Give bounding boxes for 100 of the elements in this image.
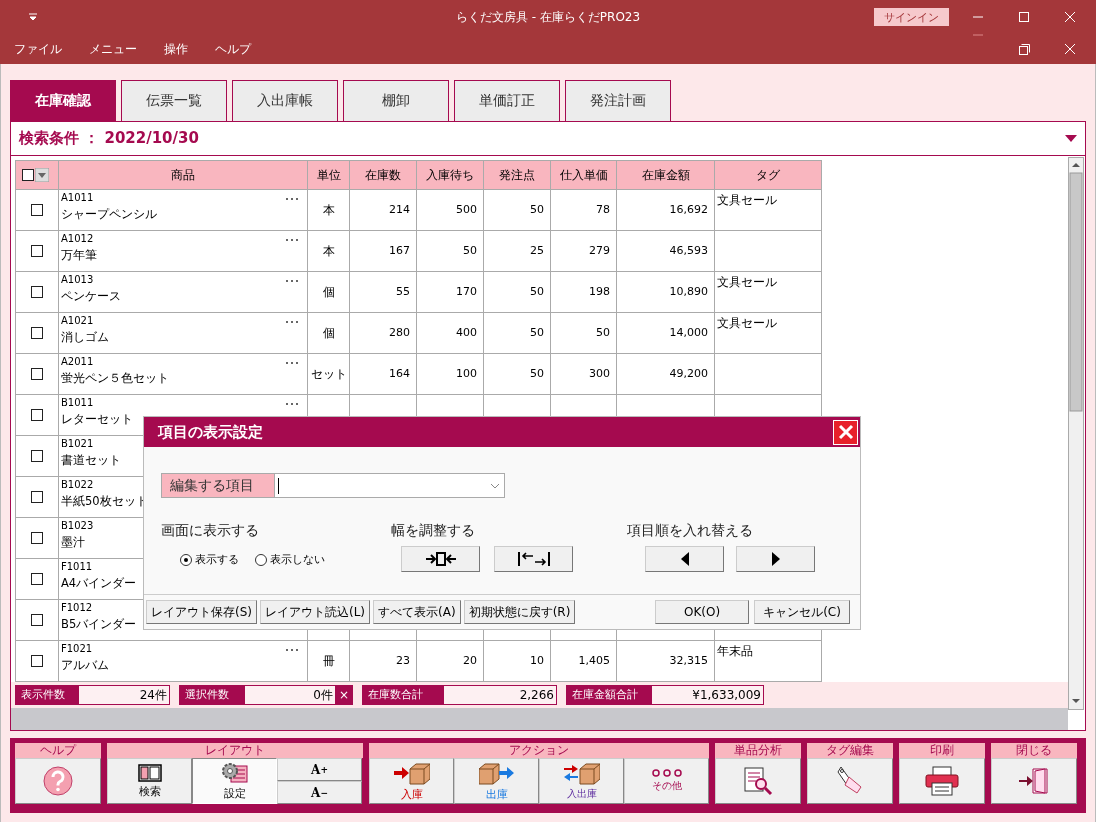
more-icon[interactable] bbox=[285, 320, 299, 324]
checkbox[interactable] bbox=[31, 368, 43, 380]
tab[interactable]: 棚卸 bbox=[343, 80, 449, 121]
toolbar-button[interactable]: 出庫 bbox=[454, 758, 539, 804]
toolbar-button[interactable]: 入出庫 bbox=[539, 758, 624, 804]
menu-item[interactable]: ファイル bbox=[14, 40, 62, 58]
dialog-button[interactable]: レイアウト保存(S) bbox=[146, 600, 257, 624]
product-code: F1021 bbox=[61, 642, 93, 655]
product-name: 消しゴム bbox=[61, 329, 109, 346]
more-icon[interactable] bbox=[285, 197, 299, 201]
dialog-button[interactable]: レイアウト読込(L) bbox=[260, 600, 371, 624]
toolbar-button[interactable] bbox=[15, 758, 101, 804]
table-cell-text: 78 bbox=[595, 203, 610, 217]
box-arrow-in-icon bbox=[393, 760, 430, 785]
checkbox[interactable] bbox=[31, 573, 43, 585]
checkbox[interactable] bbox=[31, 245, 43, 257]
column-header[interactable]: タグ bbox=[714, 160, 822, 190]
more-icon[interactable] bbox=[285, 238, 299, 242]
tab[interactable]: 在庫確認 bbox=[10, 80, 116, 121]
product-code: F1012 bbox=[61, 601, 93, 614]
section-label: 項目順を入れ替える bbox=[627, 522, 754, 540]
column-header[interactable]: 商品 bbox=[58, 160, 308, 190]
item-select-field[interactable] bbox=[275, 473, 505, 498]
status-value: 24件 bbox=[79, 685, 170, 705]
toolbar-button[interactable]: その他 bbox=[624, 758, 709, 804]
widen-width-icon bbox=[517, 552, 550, 566]
product-code: A1011 bbox=[61, 191, 94, 204]
window-title: らくだ文房具 - 在庫らくだPRO23 bbox=[455, 9, 641, 26]
checkbox[interactable] bbox=[31, 491, 43, 503]
field-label: 編集する項目 bbox=[161, 473, 275, 498]
document-magnifier-icon bbox=[743, 766, 773, 796]
column-header[interactable]: 入庫待ち bbox=[416, 160, 484, 190]
menu-item[interactable]: メニュー bbox=[89, 40, 137, 58]
cancel-button[interactable]: キャンセル(C) bbox=[754, 600, 850, 624]
checkbox[interactable] bbox=[31, 327, 43, 339]
toolbar-button[interactable] bbox=[991, 758, 1077, 804]
product-name: B5バインダー bbox=[61, 616, 137, 633]
widen-button[interactable] bbox=[494, 546, 573, 572]
column-header[interactable]: 在庫数 bbox=[349, 160, 417, 190]
table-cell-text: 文具セール bbox=[717, 193, 778, 207]
toolbar-button[interactable] bbox=[715, 758, 801, 804]
table-cell-text: 50 bbox=[529, 285, 544, 299]
exit-door-icon bbox=[1019, 767, 1049, 795]
move-right-button[interactable] bbox=[736, 546, 815, 572]
table-cell-text: 本 bbox=[321, 244, 336, 258]
narrow-button[interactable] bbox=[401, 546, 480, 572]
toolbar-button[interactable]: 検索 bbox=[107, 758, 192, 804]
checkbox[interactable] bbox=[31, 286, 43, 298]
checkbox[interactable] bbox=[22, 169, 34, 182]
tab[interactable]: 単価訂正 bbox=[454, 80, 560, 121]
menu-item[interactable]: ヘルプ bbox=[215, 40, 251, 58]
status-label: 在庫金額合計 bbox=[566, 685, 652, 705]
dialog-button[interactable]: すべて表示(A) bbox=[373, 600, 461, 624]
checkbox[interactable] bbox=[31, 655, 43, 667]
toolbar-button[interactable]: 入庫 bbox=[369, 758, 454, 804]
more-icon[interactable] bbox=[285, 361, 299, 365]
checkbox[interactable] bbox=[31, 450, 43, 462]
ok-button[interactable]: OK(O) bbox=[655, 600, 749, 624]
tab[interactable]: 発注計画 bbox=[565, 80, 671, 121]
product-code: B1022 bbox=[61, 478, 94, 491]
tab[interactable]: 入出庫帳 bbox=[232, 80, 338, 121]
checkbox[interactable] bbox=[31, 204, 43, 216]
search-condition-bar[interactable]: 検索条件 ： 2022/10/30 bbox=[10, 121, 1086, 156]
more-icon[interactable] bbox=[285, 279, 299, 283]
more-icon[interactable] bbox=[285, 402, 299, 406]
column-header[interactable]: 在庫金額 bbox=[616, 160, 715, 190]
menu-item[interactable]: 操作 bbox=[164, 40, 188, 58]
chevron-down-icon[interactable] bbox=[490, 482, 500, 489]
toolbar-button[interactable] bbox=[899, 758, 985, 804]
close-button[interactable] bbox=[833, 419, 858, 445]
table-cell-text: 50 bbox=[529, 367, 544, 381]
move-left-button[interactable] bbox=[645, 546, 724, 572]
column-header[interactable]: 発注点 bbox=[483, 160, 551, 190]
tab[interactable]: 伝票一覧 bbox=[121, 80, 227, 121]
signin-button[interactable]: サインイン bbox=[874, 8, 949, 26]
toolbar-button[interactable]: 設定 bbox=[192, 758, 277, 804]
more-icon[interactable] bbox=[285, 648, 299, 652]
clear-button[interactable]: × bbox=[335, 685, 353, 705]
table-cell-text: セット bbox=[309, 367, 348, 381]
gear-icon bbox=[220, 761, 249, 784]
column-header[interactable]: 単位 bbox=[307, 160, 350, 190]
quick-access-icon[interactable] bbox=[28, 13, 38, 21]
left-triangle-icon bbox=[680, 552, 689, 566]
column-header[interactable]: 仕入単価 bbox=[550, 160, 617, 190]
radio-option[interactable]: 表示する bbox=[180, 552, 239, 567]
toolbar-button[interactable] bbox=[807, 758, 893, 804]
checkbox[interactable] bbox=[31, 532, 43, 544]
status-value: 0件 bbox=[245, 685, 335, 705]
scrollbar[interactable] bbox=[1068, 157, 1084, 710]
checkbox[interactable] bbox=[31, 614, 43, 626]
dropdown-arrow-icon[interactable] bbox=[35, 168, 49, 183]
product-code: A1021 bbox=[61, 314, 94, 327]
status-value: 2,266 bbox=[444, 685, 557, 705]
box-arrows-icon bbox=[563, 761, 600, 785]
group-label: 単品分析 bbox=[715, 743, 801, 758]
dialog-button[interactable]: 初期状態に戻す(R) bbox=[463, 600, 576, 624]
checkbox[interactable] bbox=[31, 409, 43, 421]
right-triangle-icon bbox=[771, 552, 780, 566]
radio-option[interactable]: 表示しない bbox=[255, 552, 325, 567]
dropdown-caret-icon[interactable] bbox=[1065, 135, 1077, 142]
